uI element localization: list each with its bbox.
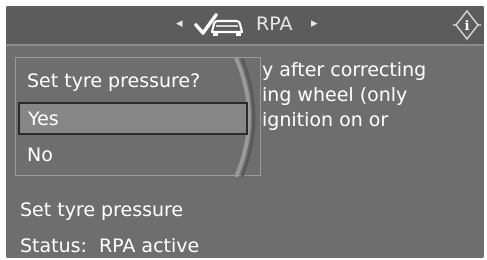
left-arrow-icon[interactable]: ◂ [176, 16, 183, 32]
help-text-line: ing wheel (only [262, 84, 408, 106]
help-text-line: ignition on or [262, 109, 389, 131]
right-arrow-icon[interactable]: ▸ [311, 16, 318, 32]
rpa-check-car-icon [194, 13, 244, 36]
page-title: RPA [256, 13, 293, 35]
header-bar: ◂ RPA ▸ i [6, 6, 484, 46]
status-label: Status: [20, 235, 87, 257]
info-label: i [465, 19, 470, 34]
status-value: RPA active [98, 235, 200, 257]
status-row: Status: RPA active [20, 234, 199, 258]
option-yes[interactable]: Yes [18, 102, 248, 135]
background-help-text: y after correcting ing wheel (only ignit… [262, 58, 472, 133]
set-tyre-pressure-item[interactable]: Set tyre pressure [20, 198, 183, 222]
dialog-title: Set tyre pressure? [27, 70, 201, 92]
option-no[interactable]: No [16, 140, 248, 172]
help-text-line: y after correcting [262, 59, 427, 81]
display-screen: ◂ RPA ▸ i y after correcting ing wheel (… [6, 6, 484, 258]
info-icon[interactable]: i [452, 9, 482, 41]
confirm-dialog: Set tyre pressure? Yes No [15, 57, 261, 177]
